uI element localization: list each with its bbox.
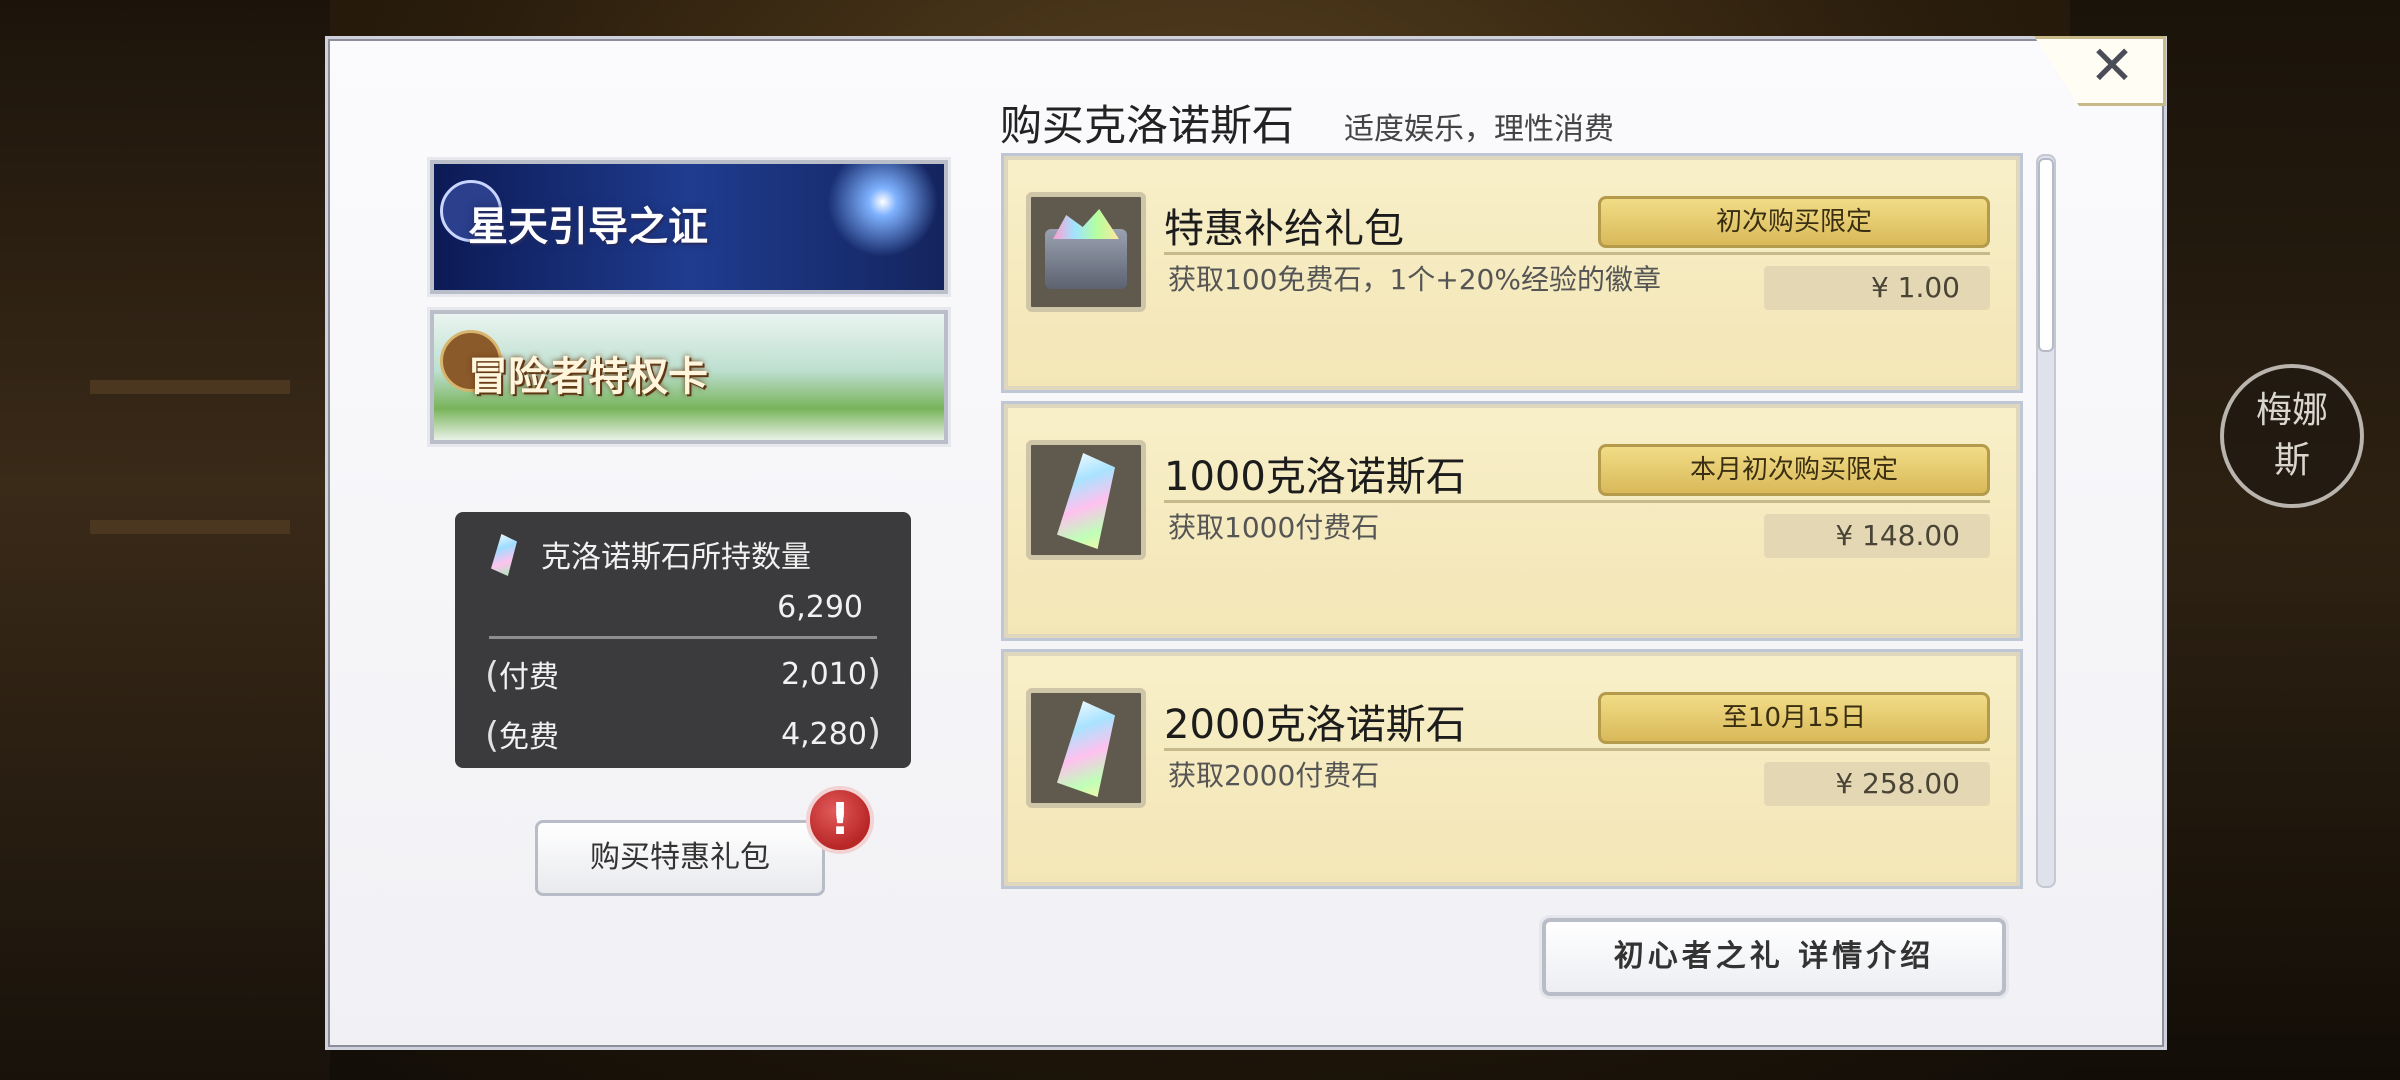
stone-total: 6,290 xyxy=(777,590,863,625)
price-button[interactable]: ¥ 1.00 xyxy=(1764,266,1990,310)
beginner-gift-details-button[interactable]: 初心者之礼 详情介绍 xyxy=(1542,918,2006,996)
gem-shape xyxy=(1057,453,1115,549)
banner-label: 星天引导之证 xyxy=(468,203,708,250)
item-description: 获取2000付费石 xyxy=(1168,759,1380,792)
divider xyxy=(1164,500,1990,503)
item-name: 特惠补给礼包 xyxy=(1164,206,1404,252)
stone-count-title: 克洛诺斯石所持数量 xyxy=(541,540,811,575)
shop-subtitle: 适度娱乐，理性消费 xyxy=(1344,112,1614,147)
paid-label: 付费 xyxy=(499,660,560,695)
stone-count-panel: 克洛诺斯石所持数量 6,290 (付费 2,010) (免费 4,280) xyxy=(455,512,911,768)
buy-special-pack-button[interactable]: 购买特惠礼包 xyxy=(535,820,825,896)
shop-item[interactable]: 1000克洛诺斯石 获取1000付费石 本月初次购买限定 ¥ 148.00 xyxy=(1004,404,2020,638)
divider xyxy=(1164,748,1990,751)
alert-badge-icon: ! xyxy=(806,786,874,854)
shop-title: 购买克洛诺斯石 xyxy=(1000,101,1295,150)
free-value: 4,280 xyxy=(781,717,867,752)
chronos-stone-icon xyxy=(491,534,517,576)
background-left xyxy=(0,0,330,1080)
gem-shape xyxy=(1057,701,1115,797)
item-description: 获取100免费石，1个+20%经验的徽章 xyxy=(1168,263,1661,296)
price-button[interactable]: ¥ 258.00 xyxy=(1764,762,1990,806)
chronos-stone-icon xyxy=(1026,440,1146,560)
shop-item[interactable]: 特惠补给礼包 获取100免费石，1个+20%经验的徽章 初次购买限定 ¥ 1.0… xyxy=(1004,156,2020,390)
divider xyxy=(489,636,877,639)
free-label: 免费 xyxy=(499,720,560,755)
limit-tag: 本月初次购买限定 xyxy=(1598,444,1990,496)
shelf-decoration xyxy=(90,520,290,534)
star-guide-banner[interactable]: 星天引导之证 xyxy=(430,160,948,294)
paid-value: 2,010 xyxy=(781,657,867,692)
price-button[interactable]: ¥ 148.00 xyxy=(1764,514,1990,558)
item-description: 获取1000付费石 xyxy=(1168,511,1380,544)
scrollbar-thumb[interactable] xyxy=(2038,158,2054,352)
chest-gems xyxy=(1053,209,1119,239)
limit-tag: 至10月15日 xyxy=(1598,692,1990,744)
shelf-decoration xyxy=(90,380,290,394)
side-character-button[interactable]: 梅娜斯 xyxy=(2220,364,2364,508)
shop-item[interactable]: 2000克洛诺斯石 获取2000付费石 至10月15日 ¥ 258.00 xyxy=(1004,652,2020,886)
treasure-chest-icon xyxy=(1026,192,1146,312)
adventurer-pass-banner[interactable]: 冒险者特权卡 xyxy=(430,310,948,444)
close-icon[interactable]: ✕ xyxy=(2080,36,2144,96)
side-character-name: 梅娜斯 xyxy=(2255,390,2328,481)
divider xyxy=(1164,252,1990,255)
banner-label: 冒险者特权卡 xyxy=(468,353,708,400)
price-label: ¥ 148.00 xyxy=(1835,519,1960,552)
limit-tag: 初次购买限定 xyxy=(1598,196,1990,248)
item-name: 1000克洛诺斯石 xyxy=(1164,454,1466,500)
chronos-stone-icon xyxy=(1026,688,1146,808)
price-label: ¥ 258.00 xyxy=(1835,767,1960,800)
item-name: 2000克洛诺斯石 xyxy=(1164,702,1466,748)
price-label: ¥ 1.00 xyxy=(1870,271,1960,304)
